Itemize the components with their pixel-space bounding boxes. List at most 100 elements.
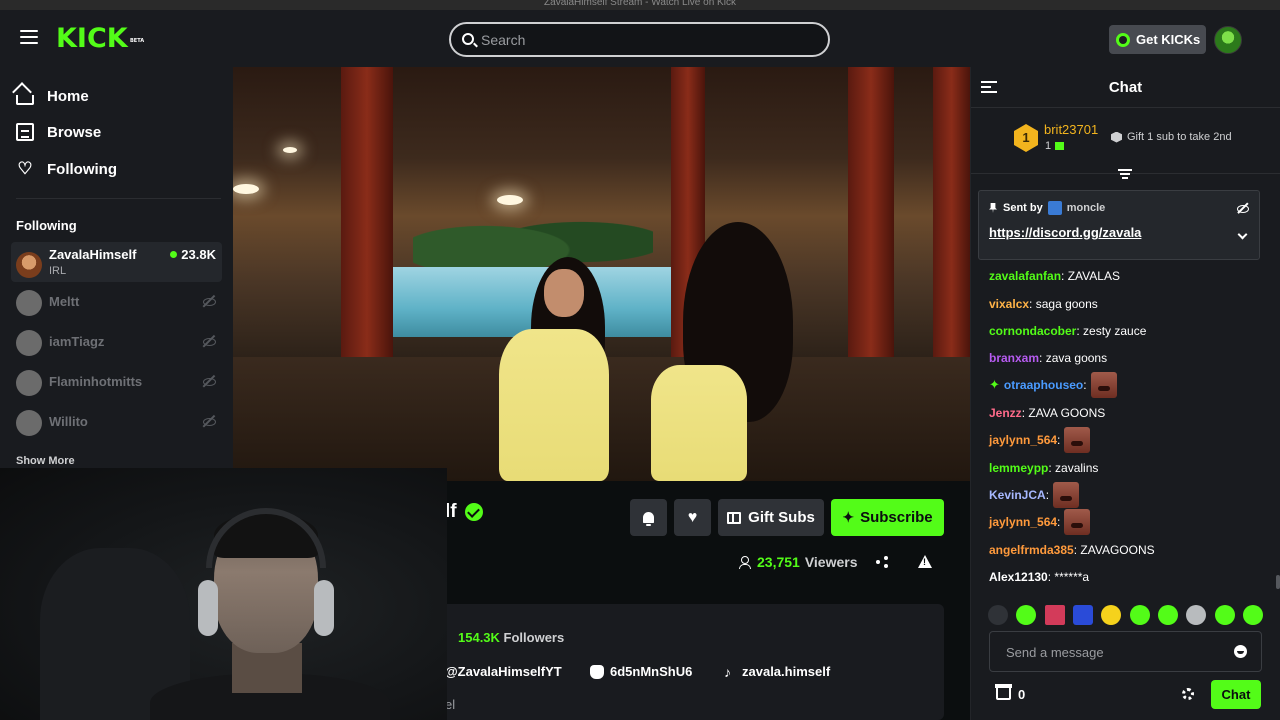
emote-icon[interactable]	[1101, 605, 1122, 625]
chat-colon: :	[1057, 433, 1061, 447]
gift-hint[interactable]: Gift 1 sub to take 2nd	[1111, 131, 1232, 143]
chat-username[interactable]: jaylynn_564	[989, 433, 1057, 447]
viewers-label: Viewers	[804, 554, 858, 570]
chat-message: jaylynn_564:	[989, 427, 1091, 453]
following-heading: Following	[16, 218, 77, 233]
chat-username[interactable]: zavalafanfan	[989, 269, 1061, 283]
follow-button[interactable]: ♥	[674, 499, 711, 536]
get-kicks-label: Get KICKs	[1136, 32, 1201, 47]
chat-settings-icon[interactable]	[1182, 688, 1194, 700]
subscribe-button[interactable]: ✦ Subscribe	[831, 499, 944, 536]
user-avatar[interactable]	[1214, 26, 1242, 54]
notifications-button[interactable]	[630, 499, 667, 536]
chat-divider	[971, 107, 1280, 108]
hide-pinned-icon[interactable]	[1237, 202, 1249, 214]
tiktok-icon: ♪	[724, 663, 731, 680]
chat-scrollbar[interactable]	[1276, 575, 1280, 589]
followed-channel-willito[interactable]: Willito	[11, 402, 222, 442]
chat-username[interactable]: otraaphouseo	[1004, 378, 1083, 392]
channel-avatar	[16, 290, 42, 316]
kicks-store-icon[interactable]	[995, 684, 1012, 700]
report-icon[interactable]	[918, 555, 932, 568]
gift-subs-label: Gift Subs	[748, 509, 815, 526]
social-label: @ZavalaHimselfYT	[445, 664, 562, 679]
followed-channel-iamtiagz[interactable]: iamTiagz	[11, 322, 222, 362]
chat-message: cornondacober: zesty zauce	[989, 319, 1146, 343]
sidebar-item-home[interactable]: Home	[16, 84, 89, 108]
live-dot-icon	[170, 251, 178, 258]
gift-hint-label: Gift 1 sub to take 2nd	[1127, 131, 1232, 143]
emote-icon[interactable]	[1214, 605, 1235, 625]
sent-by-label: Sent by	[1003, 202, 1043, 214]
followers-label: Followers	[503, 630, 565, 645]
sidebar-item-following[interactable]: ♡ Following	[16, 157, 117, 181]
video-scene-person	[499, 329, 609, 481]
social-tiktok[interactable]: ♪ zavala.himself	[724, 664, 830, 679]
offline-icon	[202, 294, 216, 308]
chat-text: zesty zauce	[1079, 324, 1147, 338]
logo-text: KICK	[56, 23, 128, 54]
chat-username[interactable]: cornondacober	[989, 324, 1076, 338]
leaderboard-rank-badge: 1	[1014, 124, 1038, 152]
pinned-link[interactable]: https://discord.gg/zavala	[989, 225, 1141, 240]
followed-channel-meltt[interactable]: Meltt	[11, 282, 222, 322]
sidebar-item-label: Following	[47, 160, 117, 178]
chat-colon: :	[1083, 378, 1087, 392]
video-scene-person	[651, 365, 747, 481]
video-player[interactable]	[233, 67, 970, 481]
emote-icon[interactable]	[1072, 605, 1093, 625]
message-input-box[interactable]	[989, 631, 1262, 672]
viewer-count: 23.8K	[181, 247, 216, 262]
chat-username[interactable]: jaylynn_564	[989, 515, 1057, 529]
chat-username[interactable]: lemmeypp	[989, 461, 1048, 475]
emoji-picker-icon[interactable]	[1234, 645, 1247, 658]
chat-username[interactable]: KevinJCA	[989, 488, 1046, 502]
share-icon[interactable]	[876, 556, 888, 568]
chat-username[interactable]: Alex12130	[989, 570, 1048, 584]
viewers-number: 23,751	[757, 554, 800, 570]
chat-username[interactable]: vixalcx	[989, 297, 1029, 311]
chat-username[interactable]: angelfrmda385	[989, 543, 1074, 557]
headphones-icon	[198, 580, 218, 636]
chat-username[interactable]: Jenzz	[989, 406, 1022, 420]
show-more-link[interactable]: Show More	[16, 455, 75, 467]
menu-icon[interactable]	[20, 30, 38, 44]
leaderboard-user[interactable]: brit23701	[1044, 122, 1098, 137]
sparkle-badge-icon: ✦	[989, 377, 1000, 392]
get-kicks-button[interactable]: Get KICKs	[1109, 25, 1206, 54]
message-input[interactable]	[1006, 642, 1226, 662]
followed-channel-zavalahimself[interactable]: ZavalaHimself IRL 23.8K	[11, 242, 222, 282]
search-bar[interactable]	[449, 22, 830, 57]
video-scene-lamp	[283, 147, 297, 153]
gift-subs-button[interactable]: Gift Subs	[718, 499, 824, 536]
chat-username[interactable]: branxam	[989, 351, 1039, 365]
moderator-name[interactable]: moncle	[1067, 202, 1106, 214]
search-input[interactable]	[481, 29, 811, 51]
chevron-down-icon[interactable]	[1237, 229, 1248, 240]
send-chat-button[interactable]: Chat	[1211, 680, 1261, 709]
emote-icon[interactable]	[1016, 605, 1037, 625]
social-youtube[interactable]: @ZavalaHimselfYT	[445, 664, 562, 679]
followed-channel-flaminhotmitts[interactable]: Flaminhotmitts	[11, 362, 222, 402]
emote-icon[interactable]	[1129, 605, 1150, 625]
chat-emote-icon	[1064, 427, 1091, 453]
emote-icon[interactable]	[1044, 605, 1065, 625]
home-icon	[16, 95, 34, 105]
chat-message: zavalafanfan: ZAVALAS	[989, 264, 1120, 288]
heart-icon: ♥	[687, 508, 698, 526]
browse-icon	[16, 123, 34, 141]
filter-icon[interactable]	[1117, 169, 1133, 179]
video-scene-lamp	[233, 184, 259, 194]
social-label: zavala.himself	[742, 664, 831, 679]
chat-message: angelfrmda385: ZAVAGOONS	[989, 538, 1155, 562]
heart-icon: ♡	[17, 159, 33, 178]
emote-icon[interactable]	[1157, 605, 1178, 625]
social-discord[interactable]: 6d5nMnShU6	[590, 664, 692, 679]
pinned-message: Sent by moncle https://discord.gg/zavala	[978, 190, 1260, 260]
emote-icon[interactable]	[1242, 605, 1263, 625]
emote-icon[interactable]	[988, 605, 1008, 625]
sparkle-icon: ✦	[842, 509, 855, 525]
sidebar-item-browse[interactable]: Browse	[16, 120, 101, 144]
emote-icon[interactable]	[1186, 605, 1207, 625]
kick-logo[interactable]: KICK BETA	[56, 23, 144, 54]
